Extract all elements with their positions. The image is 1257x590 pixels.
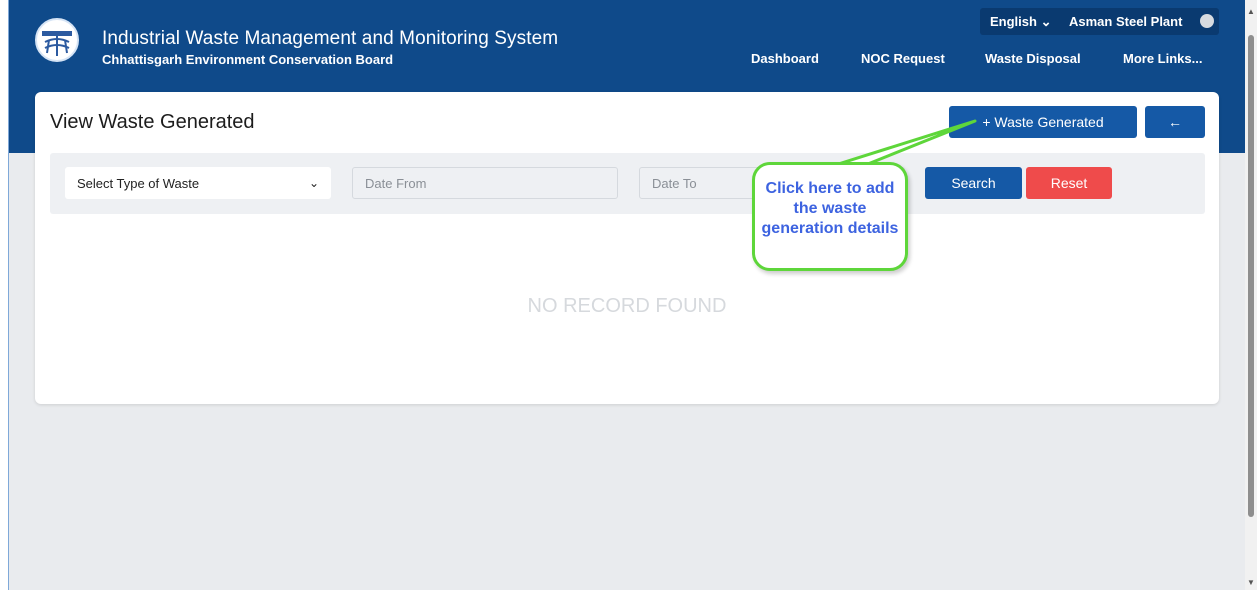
- vertical-scrollbar[interactable]: ▲ ▼: [1245, 0, 1257, 590]
- chevron-down-icon: ⌄: [308, 176, 319, 190]
- nav-more-links[interactable]: More Links...: [1123, 51, 1202, 66]
- filter-panel: Select Type of Waste ⌄ Date From Date To…: [50, 153, 1205, 214]
- scrollbar-thumb[interactable]: [1248, 35, 1254, 517]
- app-title: Industrial Waste Management and Monitori…: [102, 28, 559, 49]
- waste-type-label: Select Type of Waste: [77, 176, 200, 191]
- nav-noc-request[interactable]: NOC Request: [861, 51, 945, 66]
- waste-type-select[interactable]: Select Type of Waste ⌄: [65, 167, 331, 199]
- nav-dashboard[interactable]: Dashboard: [751, 51, 819, 66]
- callout-text: Click here to add the waste generation d…: [761, 180, 899, 237]
- nav-waste-disposal[interactable]: Waste Disposal: [985, 51, 1081, 66]
- language-label: English: [990, 14, 1037, 29]
- scroll-up-icon[interactable]: ▲: [1245, 7, 1257, 16]
- help-callout: Click here to add the waste generation d…: [752, 162, 908, 271]
- user-name[interactable]: Asman Steel Plant: [1069, 14, 1182, 29]
- app-subtitle: Chhattisgarh Environment Conservation Bo…: [102, 52, 394, 67]
- user-toolbar: English ⌄ Asman Steel Plant: [980, 8, 1219, 35]
- board-logo-icon: [35, 18, 79, 62]
- waste-card: View Waste Generated + Waste Generated ←…: [35, 92, 1219, 404]
- scroll-down-icon[interactable]: ▼: [1245, 578, 1257, 587]
- user-avatar-icon[interactable]: [1200, 14, 1214, 28]
- reset-button[interactable]: Reset: [1026, 167, 1112, 199]
- window-frame-edge: [0, 0, 9, 590]
- page-title: View Waste Generated: [50, 111, 255, 133]
- language-selector[interactable]: English ⌄: [990, 14, 1051, 30]
- date-from-input[interactable]: Date From: [352, 167, 618, 199]
- back-button[interactable]: ←: [1145, 106, 1205, 138]
- chevron-down-icon: ⌄: [1040, 14, 1052, 29]
- no-record-message: NO RECORD FOUND: [527, 295, 727, 317]
- add-waste-generated-button[interactable]: + Waste Generated: [949, 106, 1137, 138]
- search-button[interactable]: Search: [925, 167, 1022, 199]
